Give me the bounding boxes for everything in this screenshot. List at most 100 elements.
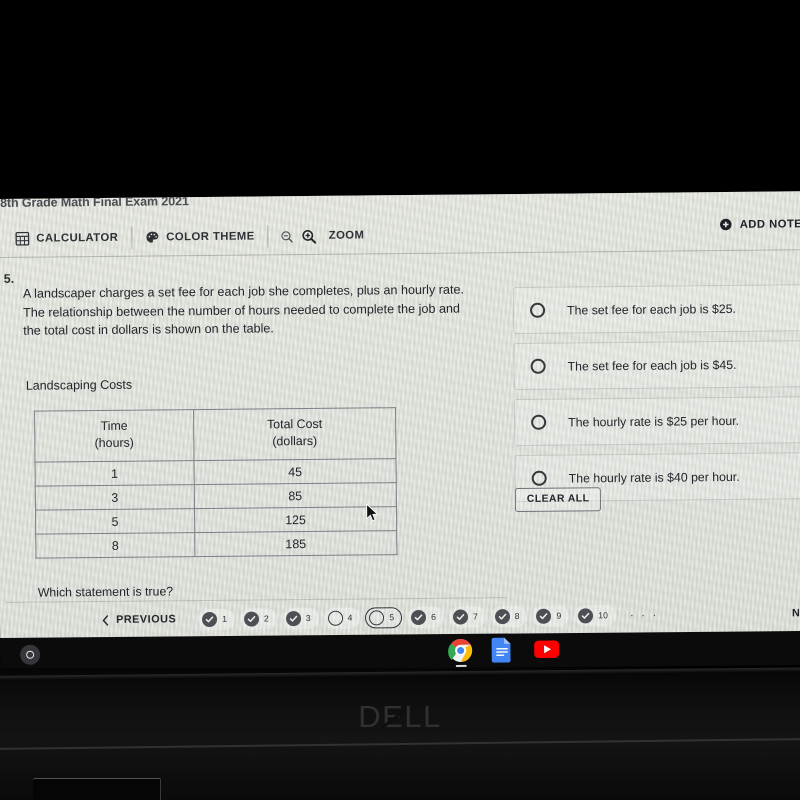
question-dot-8[interactable]: 8 [490,605,528,627]
check-icon [202,611,218,627]
column-header-cost: Total Cost (dollars) [193,407,397,461]
calculator-button[interactable]: CALCULATOR [2,221,131,256]
landscaping-costs-table: Time (hours) Total Cost (dollars) 1 45 3… [34,407,397,559]
answer-option-1-label: The set fee for each job is $25. [567,301,736,318]
zoom-controls: ZOOM [269,218,377,253]
laptop-bezel-top [0,0,800,200]
cell-time: 8 [35,532,195,559]
check-icon [452,608,468,625]
question-dot-1-number: 1 [222,613,228,624]
table-row: 5 125 [35,506,397,535]
column-header-time: Time (hours) [34,409,194,463]
dell-logo-d: D [358,699,383,734]
calculator-icon [15,231,30,246]
more-questions-ellipsis[interactable]: · · · [630,608,659,622]
question-dot-6[interactable]: 6 [407,606,445,628]
radio-button-1[interactable] [530,302,546,318]
dell-logo-e: E [382,699,405,734]
question-prompt: Which statement is true? [37,584,174,600]
google-docs-icon[interactable] [491,637,516,663]
chromeos-shelf [0,631,800,672]
previous-label: PREVIOUS [115,613,177,626]
youtube-icon[interactable] [534,637,560,662]
table-row: 8 185 [35,530,397,559]
answer-option-3-label: The hourly rate is $25 per hour. [568,413,740,430]
column-header-time-line2: (hours) [94,435,134,451]
magnifier-plus-icon[interactable] [302,228,317,244]
radio-button-4[interactable] [531,470,547,486]
question-dots: 1 2 3 4 5 6 7 8 9 10 · · · [198,604,659,630]
answer-option-2[interactable]: The set fee for each job is $45. [513,340,800,391]
table-row: 3 85 [35,482,397,511]
question-dot-5-number: 5 [389,612,395,623]
color-theme-label: COLOR THEME [166,230,255,244]
table-row: 1 45 [35,458,397,487]
check-icon [578,607,594,623]
question-dot-7-number: 7 [472,611,478,622]
previous-button[interactable]: PREVIOUS [102,613,176,626]
empty-circle-icon [369,609,385,625]
answer-option-3[interactable]: The hourly rate is $25 per hour. [513,396,800,447]
radio-button-2[interactable] [530,358,546,374]
question-number: 5. [3,271,15,286]
dell-logo: DELL [0,699,800,735]
question-dot-2-number: 2 [263,613,269,624]
answer-option-1[interactable]: The set fee for each job is $25. [512,284,800,335]
question-dot-3[interactable]: 3 [281,607,319,629]
question-dot-4-number: 4 [347,612,353,623]
table-header-row: Time (hours) Total Cost (dollars) [34,407,397,463]
launcher-circle-icon[interactable] [20,644,41,665]
clear-all-button[interactable]: CLEAR ALL [514,487,602,513]
question-dot-6-number: 6 [431,611,436,622]
empty-circle-icon [327,610,343,626]
cell-cost: 185 [194,530,397,557]
zoom-label[interactable]: ZOOM [325,218,365,252]
question-dot-8-number: 8 [514,610,520,622]
question-dot-3-number: 3 [305,612,311,624]
question-dot-5-current[interactable]: 5 [365,606,403,628]
cell-time: 1 [35,460,195,487]
check-icon [411,609,427,625]
cell-cost: 45 [193,458,397,485]
add-note-label: ADD NOTE [739,217,800,231]
question-dot-10[interactable]: 10 [574,604,616,626]
plus-circle-icon [720,218,733,231]
column-header-time-line1: Time [100,418,128,434]
table-caption: Landscaping Costs [25,377,133,393]
laptop-screen: 8th Grade Math Final Exam 2021 CALCULATO… [0,191,800,641]
answer-option-4-label: The hourly rate is $40 per hour. [568,469,740,486]
question-dot-10-number: 10 [598,610,608,621]
answer-option-2-label: The set fee for each job is $45. [567,357,737,374]
column-header-cost-line2: (dollars) [272,433,318,449]
chrome-active-indicator [455,664,467,668]
column-header-cost-line1: Total Cost [266,416,323,432]
chrome-icon[interactable] [448,638,473,668]
check-icon [494,608,510,624]
check-icon [536,608,552,624]
cell-time: 5 [35,508,195,535]
question-dot-2[interactable]: 2 [239,607,277,630]
question-dot-4[interactable]: 4 [323,607,361,629]
add-note-button[interactable]: ADD NOTE [720,217,800,231]
question-dot-1[interactable]: 1 [198,608,236,630]
calculator-label: CALCULATOR [36,231,119,245]
question-stem: A landscaper charges a set fee for each … [22,282,465,338]
answer-options: The set fee for each job is $25. The set… [512,284,800,511]
question-dot-7[interactable]: 7 [448,605,486,628]
next-button[interactable]: NE [792,607,800,619]
color-theme-button[interactable]: COLOR THEME [132,219,268,254]
question-dot-9[interactable]: 9 [532,605,570,627]
dell-logo-ll: LL [404,699,442,734]
photograph-of-laptop-screen: 8th Grade Math Final Exam 2021 CALCULATO… [0,0,800,800]
shelf-app-icons [448,637,560,668]
palette-icon [145,230,159,244]
check-icon [285,610,301,626]
magnifier-minus-icon[interactable] [281,230,294,243]
check-icon [243,610,260,627]
cell-time: 3 [35,484,195,511]
question-dot-9-number: 9 [556,610,562,621]
radio-button-3[interactable] [531,414,547,430]
mouse-cursor [366,503,379,527]
chevron-left-icon [102,614,109,626]
keyboard-deck-notch [33,778,161,800]
